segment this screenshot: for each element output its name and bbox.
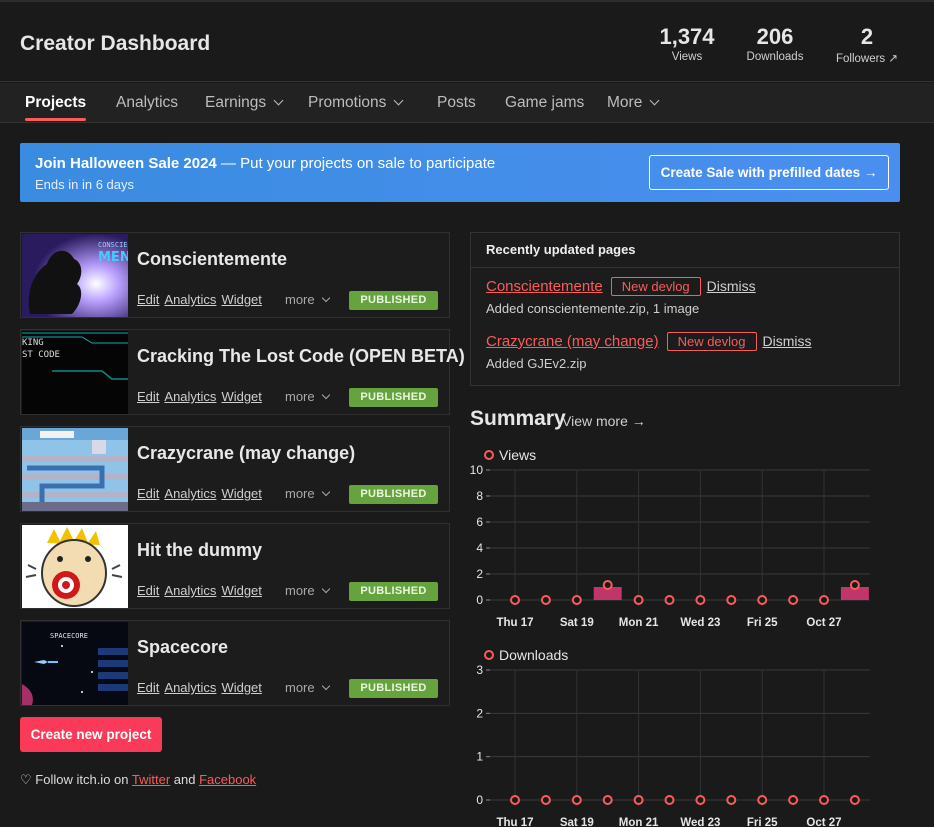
data-point bbox=[788, 795, 799, 805]
x-tick-label: Wed 23 bbox=[680, 617, 720, 629]
data-point bbox=[510, 595, 520, 605]
data-point bbox=[602, 580, 613, 590]
y-tick-label: 8 bbox=[476, 489, 483, 503]
data-point bbox=[571, 795, 582, 805]
x-tick-label: Sat 19 bbox=[560, 617, 594, 629]
x-tick-label: Sat 19 bbox=[560, 817, 594, 827]
data-point bbox=[571, 595, 582, 605]
data-point bbox=[757, 595, 768, 605]
y-tick-label: 0 bbox=[476, 793, 483, 807]
data-point bbox=[664, 595, 675, 605]
data-point bbox=[695, 595, 706, 605]
data-point bbox=[849, 795, 860, 805]
x-tick-label: Fri 25 bbox=[747, 817, 778, 827]
data-point bbox=[540, 795, 551, 805]
summary-charts: 0246810Thu 17 Sat 19 Mon 21 Wed 23 Fri 25 Oct… bbox=[470, 463, 870, 827]
data-point bbox=[633, 795, 644, 805]
data-point bbox=[757, 795, 768, 805]
x-tick-label: Oct 27 bbox=[806, 817, 841, 827]
x-tick-label: Thu 17 bbox=[496, 617, 533, 629]
data-point bbox=[726, 595, 737, 605]
y-tick-label: 1 bbox=[476, 750, 483, 764]
data-point bbox=[510, 795, 520, 805]
y-tick-label: 3 bbox=[476, 663, 483, 677]
data-point bbox=[819, 595, 829, 605]
x-tick-label: Wed 23 bbox=[680, 817, 720, 827]
y-tick-label: 4 bbox=[476, 541, 483, 555]
y-tick-label: 0 bbox=[476, 593, 483, 607]
x-tick-label: Mon 21 bbox=[619, 817, 659, 827]
y-tick-label: 10 bbox=[470, 463, 484, 477]
y-tick-label: 2 bbox=[476, 706, 483, 720]
data-point bbox=[540, 595, 551, 605]
y-tick-label: 6 bbox=[476, 515, 483, 529]
data-point bbox=[633, 595, 644, 605]
data-point bbox=[788, 595, 799, 605]
data-point bbox=[849, 580, 860, 590]
data-point bbox=[695, 795, 706, 805]
data-point bbox=[664, 795, 675, 805]
x-tick-label: Oct 27 bbox=[806, 617, 841, 629]
data-point bbox=[819, 795, 829, 805]
data-point bbox=[726, 795, 737, 805]
y-tick-label: 2 bbox=[476, 567, 483, 581]
x-tick-label: Fri 25 bbox=[747, 617, 778, 629]
x-tick-label: Thu 17 bbox=[496, 817, 533, 827]
data-point bbox=[602, 795, 613, 805]
x-tick-label: Mon 21 bbox=[619, 617, 659, 629]
